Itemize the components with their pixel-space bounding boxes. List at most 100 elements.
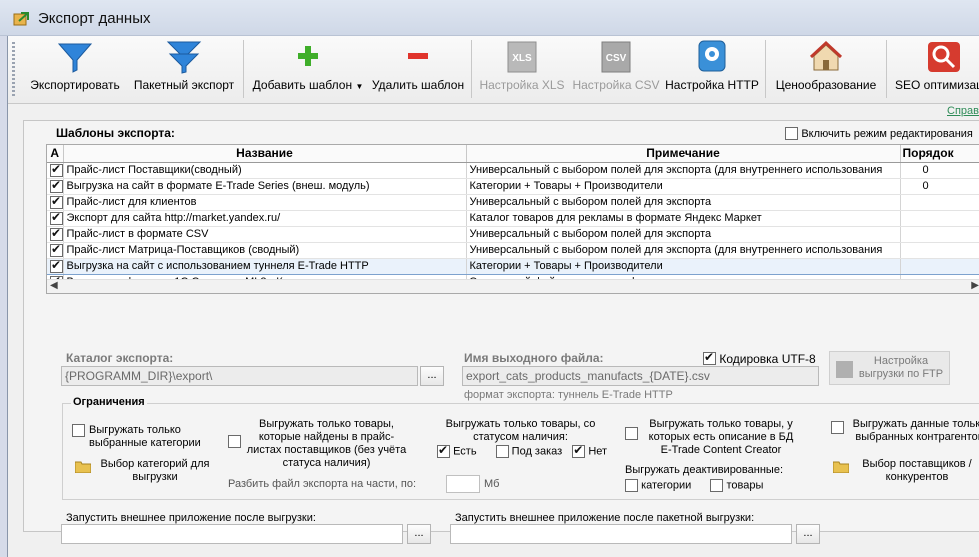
row-active-checkbox[interactable] — [50, 259, 62, 273]
dropdown-arrow-icon: ▼ — [355, 82, 364, 91]
status-title: Выгружать только товары, со статусом нал… — [445, 418, 596, 443]
split-label: Разбить файл экспорта на части, по: — [228, 478, 417, 490]
with-description-option[interactable]: Выгружать только товары, у которых есть … — [625, 418, 800, 457]
row-name: Экспорт для сайта http://market.yandex.r… — [63, 210, 467, 227]
row-order — [900, 194, 979, 211]
scroll-left-icon[interactable]: ◀ — [50, 280, 58, 291]
selected-contractors-option[interactable]: Выгружать данные только выбранных контра… — [831, 418, 979, 444]
deactivated-products-checkbox[interactable] — [710, 479, 724, 492]
xls-file-icon: XLS — [507, 41, 537, 73]
with-description-checkbox[interactable] — [625, 427, 638, 440]
pricing-button[interactable]: Ценообразование — [772, 38, 880, 98]
table-row[interactable]: Прайс-лист Матрица-Поставщиков (сводный)… — [47, 242, 979, 259]
row-order — [900, 257, 979, 275]
column-header-note[interactable]: Примечание — [466, 145, 901, 163]
row-active-checkbox[interactable] — [50, 194, 62, 209]
templates-grid: А Название Примечание Порядок Прайс-лист… — [46, 144, 979, 294]
selected-contractors-checkbox[interactable] — [831, 421, 844, 434]
catalog-input[interactable]: {PROGRAMM_DIR}\export\ — [61, 366, 418, 386]
toolbar-grip[interactable] — [12, 42, 15, 98]
ftp-settings-button[interactable]: Настройка выгрузки по FTP — [829, 351, 950, 385]
row-active-checkbox[interactable] — [50, 242, 62, 257]
found-in-pricelists-option[interactable]: Выгружать только товары, которые найдены… — [228, 418, 408, 470]
table-row[interactable]: Прайс-лист в формате CSV Универсальный с… — [47, 226, 979, 243]
selected-categories-checkbox[interactable] — [72, 424, 85, 437]
row-order: 0 — [900, 162, 979, 179]
batch-export-button[interactable]: Пакетный экспорт — [130, 38, 238, 98]
xls-settings-button[interactable]: XLS Настройка XLS — [478, 38, 566, 98]
catalog-browse-button[interactable]: ... — [420, 366, 444, 386]
column-header-name[interactable]: Название — [63, 145, 467, 163]
selected-categories-option[interactable]: Выгружать только выбранные категории — [72, 424, 202, 450]
row-name: Прайс-лист Поставщики(сводный) — [63, 162, 467, 179]
row-name: Прайс-лист для клиентов — [63, 194, 467, 211]
add-template-button[interactable]: Добавить шаблон ▼ — [251, 38, 365, 98]
row-note: Каталог товаров для рекламы в формате Ян… — [466, 210, 901, 227]
row-active-checkbox[interactable] — [50, 226, 62, 241]
table-row[interactable]: Выгрузка на сайт в формате E-Trade Serie… — [47, 178, 979, 195]
split-size-input[interactable] — [446, 475, 480, 493]
run-after-browse-button[interactable]: ... — [407, 524, 431, 544]
table-row[interactable]: Прайс-лист Поставщики(сводный) Универсал… — [47, 162, 979, 179]
split-unit: Мб — [484, 478, 500, 490]
main-window: Экспортировать Пакетный экспорт Добавить… — [7, 36, 979, 557]
deactivated-categories-checkbox[interactable] — [625, 479, 638, 492]
table-row[interactable]: Экспорт для сайта http://market.yandex.r… — [47, 210, 979, 227]
toolbar-separator — [886, 40, 887, 98]
toolbar-separator — [243, 40, 244, 98]
export-app-icon — [13, 12, 29, 26]
window-title: Экспорт данных — [38, 10, 151, 27]
edit-mode-checkbox[interactable] — [785, 127, 798, 141]
found-in-pricelists-checkbox[interactable] — [228, 435, 241, 448]
status-no-checkbox[interactable] — [572, 443, 586, 458]
output-file-label: Имя выходного файла: — [464, 351, 604, 365]
row-note: Категории + Товары + Производители — [466, 178, 901, 195]
run-after-batch-input[interactable] — [450, 524, 792, 544]
scroll-right-icon[interactable]: ▶ — [971, 280, 979, 291]
title-bar: Экспорт данных — [0, 0, 979, 36]
column-header-order[interactable]: Порядок — [900, 145, 979, 163]
choose-suppliers-button[interactable]: Выбор поставщиков / конкурентов — [833, 458, 979, 484]
status-options: Есть Под заказ Нет — [437, 443, 607, 458]
row-active-checkbox[interactable] — [50, 162, 62, 177]
format-hint: формат экспорта: туннель E-Trade HTTP — [464, 389, 673, 401]
http-settings-button[interactable]: Настройка HTTP — [665, 38, 759, 98]
row-active-checkbox[interactable] — [50, 210, 62, 225]
help-bar: Справ — [8, 104, 979, 119]
row-active-checkbox[interactable] — [50, 178, 62, 193]
status-yes-checkbox[interactable] — [437, 443, 450, 458]
utf8-checkbox[interactable] — [703, 350, 716, 366]
column-header-a[interactable]: А — [47, 145, 64, 163]
folder-icon — [75, 461, 91, 473]
utf8-toggle[interactable]: Кодировка UTF-8 — [703, 350, 816, 366]
run-after-batch-browse-button[interactable]: ... — [796, 524, 820, 544]
help-link[interactable]: Справ — [947, 105, 979, 117]
row-note: Универсальный с выбором полей для экспор… — [466, 194, 901, 211]
minus-icon — [408, 53, 428, 59]
status-order-checkbox[interactable] — [495, 445, 509, 458]
toolbar-separator — [471, 40, 472, 98]
table-row-selected[interactable]: Выгрузка на сайт с использованием туннел… — [47, 257, 979, 275]
output-file-input[interactable]: export_cats_products_manufacts_{DATE}.cs… — [462, 366, 819, 386]
csv-settings-button[interactable]: CSV Настройка CSV — [572, 38, 660, 98]
export-button[interactable]: Экспортировать — [26, 38, 124, 98]
catalog-label: Каталог экспорта: — [66, 351, 174, 365]
toolbar: Экспортировать Пакетный экспорт Добавить… — [8, 36, 979, 104]
row-order — [900, 210, 979, 227]
horizontal-scrollbar[interactable]: ◀ ▶ — [47, 279, 979, 293]
folder-icon — [833, 461, 849, 473]
row-order — [900, 226, 979, 243]
table-row[interactable]: Прайс-лист для клиентов Универсальный с … — [47, 194, 979, 211]
run-after-input[interactable] — [61, 524, 403, 544]
row-name: Выгрузка на сайт с использованием туннел… — [63, 257, 467, 275]
plus-icon — [298, 46, 318, 66]
delete-template-button[interactable]: Удалить шаблон — [371, 38, 465, 98]
http-tunnel-icon — [698, 40, 726, 72]
double-funnel-icon — [166, 41, 202, 74]
row-note: Универсальный с выбором полей для экспор… — [466, 226, 901, 243]
deactivated-options: категории товары — [625, 479, 763, 492]
seo-button[interactable]: SEO оптимизац — [892, 38, 979, 98]
ftp-icon — [836, 361, 853, 378]
edit-mode-toggle[interactable]: Включить режим редактирования — [785, 126, 973, 141]
choose-categories-button[interactable]: Выбор категорий для выгрузки — [75, 458, 215, 484]
